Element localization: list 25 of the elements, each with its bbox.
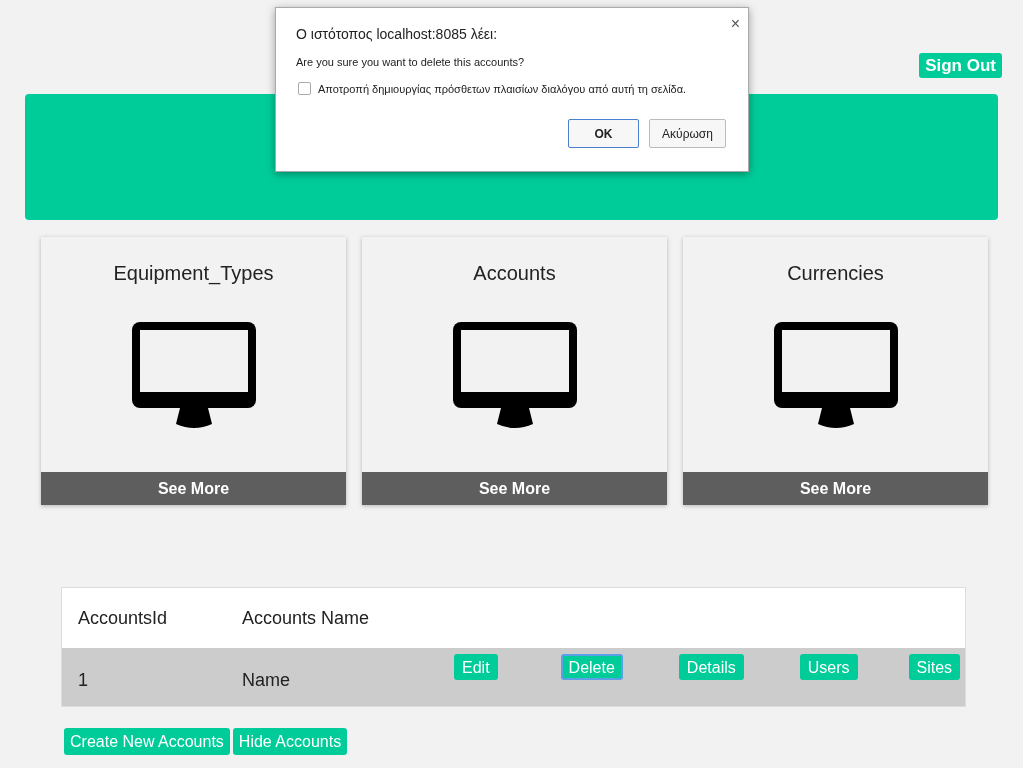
action-button[interactable]: Edit	[454, 654, 498, 680]
dialog-button[interactable]: Ακύρωση	[649, 119, 726, 148]
card-title: Equipment_Types	[113, 261, 274, 287]
see-more-button[interactable]: See More	[362, 472, 667, 505]
column-header: Accounts Name	[242, 606, 370, 630]
action-button[interactable]: Sites	[908, 654, 961, 680]
footer-button[interactable]: Create New Accounts	[64, 728, 230, 755]
action-button[interactable]: Details	[678, 654, 744, 680]
table-cell-text: Name	[242, 669, 291, 688]
card-title: Currencies	[787, 261, 884, 286]
close-button[interactable]: ×	[730, 12, 740, 32]
see-more-button[interactable]: See More	[683, 472, 988, 505]
dialog-button[interactable]: OK	[568, 119, 639, 148]
see-more-button[interactable]: See More	[41, 472, 346, 505]
dialog-title: Ο ιστότοπος localhost:8085 λέει:	[296, 25, 498, 44]
checkbox[interactable]	[298, 82, 311, 96]
checkbox-label: Αποτροπή δημιουργίας πρόσθετων πλαισίων διαλόγου από αυτή τη σελίδα.	[318, 81, 687, 97]
card-title: Accounts	[473, 261, 556, 286]
dialog-message: Are you sure you want to delete this accounts?	[296, 55, 526, 70]
table-cell-text: 1	[78, 669, 89, 692]
sign-out-button[interactable]: Sign Out	[919, 53, 1002, 78]
action-button[interactable]: Delete	[560, 654, 623, 680]
footer-button[interactable]: Hide Accounts	[232, 728, 348, 755]
action-button[interactable]: Users	[799, 654, 858, 680]
column-header: AccountsId	[78, 606, 169, 630]
